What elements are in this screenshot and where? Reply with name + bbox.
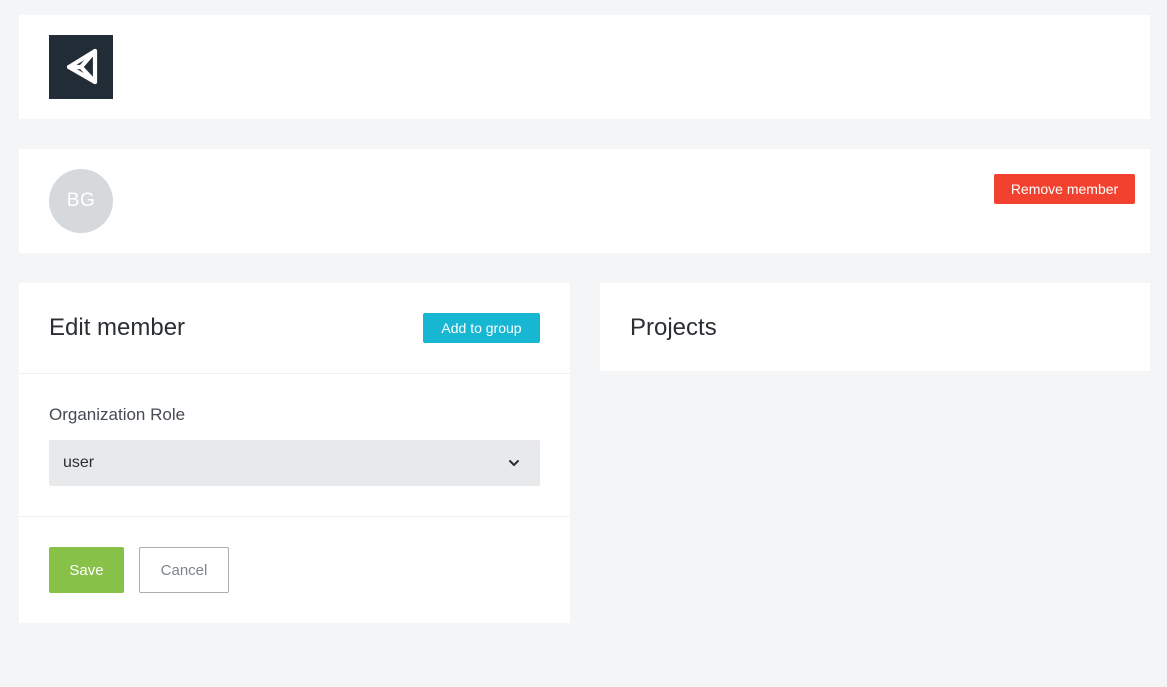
remove-member-button[interactable]: Remove member (994, 174, 1135, 204)
cancel-button[interactable]: Cancel (139, 547, 229, 593)
chevron-down-icon (509, 460, 519, 466)
organization-role-select[interactable]: user (49, 440, 540, 486)
edit-member-card: Edit member Add to group Organization Ro… (19, 283, 570, 623)
edit-member-form: Organization Role user (19, 375, 570, 517)
edit-member-title: Edit member (49, 314, 186, 341)
save-button[interactable]: Save (49, 547, 124, 593)
add-to-group-button[interactable]: Add to group (423, 313, 540, 343)
organization-role-value: user (63, 454, 95, 471)
header-card (19, 15, 1150, 119)
projects-title: Projects (630, 314, 717, 341)
unity-logo-icon[interactable] (49, 35, 113, 99)
member-card: BG Remove member (19, 149, 1150, 253)
organization-role-label: Organization Role (49, 405, 186, 424)
avatar: BG (49, 169, 113, 233)
edit-member-header: Edit member Add to group (19, 283, 570, 374)
projects-card: Projects (600, 283, 1150, 371)
